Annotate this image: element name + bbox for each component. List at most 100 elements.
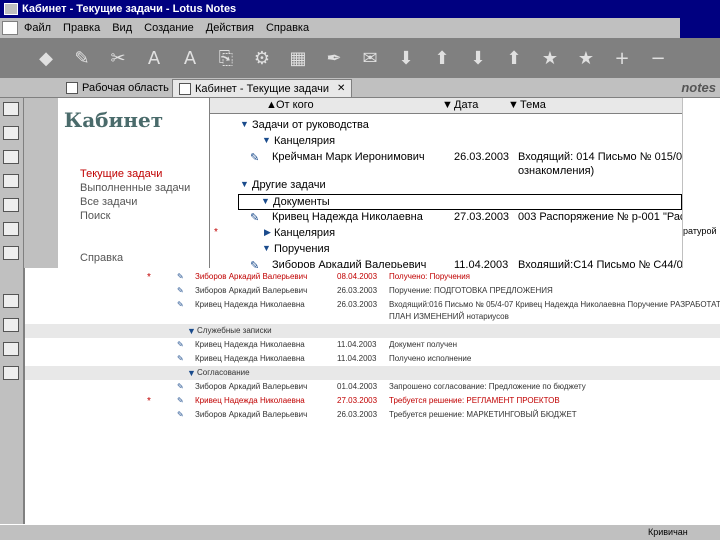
notes-logo: notes: [681, 80, 716, 95]
mail-icon[interactable]: [3, 102, 19, 116]
sort-icon[interactable]: ▼: [508, 99, 519, 111]
document-icon: ✎: [177, 382, 184, 391]
menu-file[interactable]: Файл: [18, 22, 57, 34]
pen-icon[interactable]: ✒: [318, 42, 350, 74]
category-row-selected[interactable]: ▼ Документы: [238, 194, 682, 210]
menu-edit[interactable]: Правка: [57, 22, 106, 34]
arrow-up-icon[interactable]: ⬆: [426, 42, 458, 74]
arrow-down-icon[interactable]: ⬇: [390, 42, 422, 74]
tab-strip: Рабочая область Кабинет - Текущие задачи…: [0, 78, 720, 98]
document-icon: ✎: [177, 354, 184, 363]
tab-label: Рабочая область: [82, 82, 169, 94]
scissors-icon[interactable]: ✂: [102, 42, 134, 74]
plus-icon[interactable]: +: [606, 42, 638, 74]
col-date[interactable]: Дата: [454, 99, 478, 111]
expand-icon[interactable]: ▼: [187, 326, 196, 336]
document-icon: ✎: [250, 260, 260, 268]
col-subject[interactable]: Тема: [520, 99, 546, 111]
category-row[interactable]: ▼ Задачи от руководства: [210, 118, 682, 134]
table-row[interactable]: * ✎ Кривец Надежда Николаевна 27.03.2003…: [25, 394, 720, 408]
font-a-icon[interactable]: A: [138, 42, 170, 74]
lotus-app-icon[interactable]: [4, 3, 18, 15]
arrow-down-2-icon[interactable]: ⬇: [462, 42, 494, 74]
table-row[interactable]: ✎ Зиборов Аркадий Валерьевич 26.03.2003 …: [25, 284, 720, 298]
status-location[interactable]: Кривичан: [648, 527, 688, 537]
attach-icon[interactable]: ⎘: [210, 42, 242, 74]
expand-icon[interactable]: ▼: [262, 243, 271, 253]
nav-search[interactable]: Поиск: [80, 210, 110, 222]
category-row[interactable]: ▼ Поручения: [210, 242, 682, 258]
paint-icon[interactable]: ✎: [66, 42, 98, 74]
address-book-icon[interactable]: [3, 150, 19, 164]
star-down-icon[interactable]: ★: [534, 42, 566, 74]
col-from[interactable]: От кого: [276, 99, 314, 111]
menu-help[interactable]: Справка: [260, 22, 315, 34]
star-up-icon[interactable]: ★: [570, 42, 602, 74]
trash-icon[interactable]: [3, 318, 19, 332]
category-row[interactable]: * ▶ Канцелярия: [210, 226, 682, 242]
sort-icon[interactable]: ▼: [442, 99, 453, 111]
document-icon: ✎: [177, 340, 184, 349]
category-row[interactable]: ▼ Канцелярия: [210, 134, 682, 150]
todo-icon[interactable]: [3, 174, 19, 188]
table-row[interactable]: ✎ Зиборов Аркадий Валерьевич 11.04.2003 …: [210, 258, 682, 268]
close-tab-icon[interactable]: ✕: [337, 83, 345, 94]
unread-star-icon: *: [214, 227, 218, 238]
document-icon: ✎: [250, 212, 260, 224]
bookmark-2-icon[interactable]: [3, 366, 19, 380]
web-icon[interactable]: [3, 294, 19, 308]
arrow-up-2-icon[interactable]: ⬆: [498, 42, 530, 74]
navigator-title: Кабинет: [64, 108, 164, 132]
expand-icon[interactable]: ▼: [262, 135, 271, 145]
tab-label: Кабинет - Текущие задачи: [195, 82, 329, 95]
right-overflow: ратурой: [682, 98, 720, 268]
navigator-panel: Кабинет Текущие задачи Выполненные задач…: [58, 98, 210, 268]
nav-all-tasks[interactable]: Все задачи: [80, 196, 137, 208]
nav-icon-bar: [24, 98, 58, 268]
table-row[interactable]: ✎ Кривец Надежда Николаевна 11.04.2003 П…: [25, 352, 720, 366]
document-icon[interactable]: [2, 21, 18, 35]
view-continued: * ✎ Зиборов Аркадий Валерьевич 08.04.200…: [24, 268, 720, 524]
category-row[interactable]: ▼ Другие задачи: [210, 178, 682, 194]
status-bar: Кривичан: [0, 524, 720, 540]
nav-help[interactable]: Справка: [80, 252, 123, 264]
category-row[interactable]: ▼ Согласование: [25, 366, 720, 380]
expand-icon[interactable]: ▼: [187, 368, 196, 378]
table-row[interactable]: ✎ Зиборов Аркадий Валерьевич 26.03.2003 …: [25, 408, 720, 422]
left-bookmark-bar: [0, 98, 24, 540]
calendar-icon[interactable]: [3, 126, 19, 140]
window-title: Кабинет - Текущие задачи - Lotus Notes: [22, 3, 237, 15]
menu-actions[interactable]: Действия: [200, 22, 260, 34]
menu-create[interactable]: Создание: [138, 22, 200, 34]
category-row[interactable]: ▼ Служебные записки: [25, 324, 720, 338]
table-row[interactable]: ✎ Зиборов Аркадий Валерьевич 01.04.2003 …: [25, 380, 720, 394]
bookmark-icon[interactable]: [3, 342, 19, 356]
table-row[interactable]: ✎ Кривец Надежда Николаевна 27.03.2003 0…: [210, 210, 682, 226]
tab-cabinet[interactable]: Кабинет - Текущие задачи ✕: [172, 79, 353, 97]
table-row[interactable]: * ✎ Зиборов Аркадий Валерьевич 08.04.200…: [25, 270, 720, 284]
window-controls[interactable]: [680, 0, 720, 38]
document-icon: ✎: [177, 286, 184, 295]
favorites-icon[interactable]: [3, 222, 19, 236]
table-row-continued: ПЛАН ИЗМЕНЕНИЙ нотариусов: [389, 312, 509, 321]
nav-completed-tasks[interactable]: Выполненные задачи: [80, 182, 190, 194]
minus-icon[interactable]: −: [642, 42, 674, 74]
expand-icon[interactable]: ▼: [261, 196, 270, 206]
envelope-icon[interactable]: ✉: [354, 42, 386, 74]
navigator-icon[interactable]: ◆: [30, 42, 62, 74]
databases-icon[interactable]: [3, 246, 19, 260]
table-row[interactable]: ✎ Кривец Надежда Николаевна 11.04.2003 Д…: [25, 338, 720, 352]
table-icon[interactable]: ▦: [282, 42, 314, 74]
expand-icon[interactable]: ▼: [240, 179, 249, 189]
font-a2-icon[interactable]: A: [174, 42, 206, 74]
database-icon: [179, 82, 191, 95]
menu-view[interactable]: Вид: [106, 22, 138, 34]
replicator-icon[interactable]: [3, 198, 19, 212]
collapsed-icon[interactable]: ▶: [264, 227, 271, 238]
document-icon: ✎: [250, 152, 260, 164]
toolbar: ◆ ✎ ✂ A A ⎘ ⚙ ▦ ✒ ✉ ⬇ ⬆ ⬇ ⬆ ★ ★ + −: [0, 38, 720, 78]
tab-workspace[interactable]: Рабочая область: [60, 79, 175, 97]
nav-current-tasks[interactable]: Текущие задачи: [80, 168, 162, 180]
expand-icon[interactable]: ▼: [240, 119, 249, 129]
tools-icon[interactable]: ⚙: [246, 42, 278, 74]
